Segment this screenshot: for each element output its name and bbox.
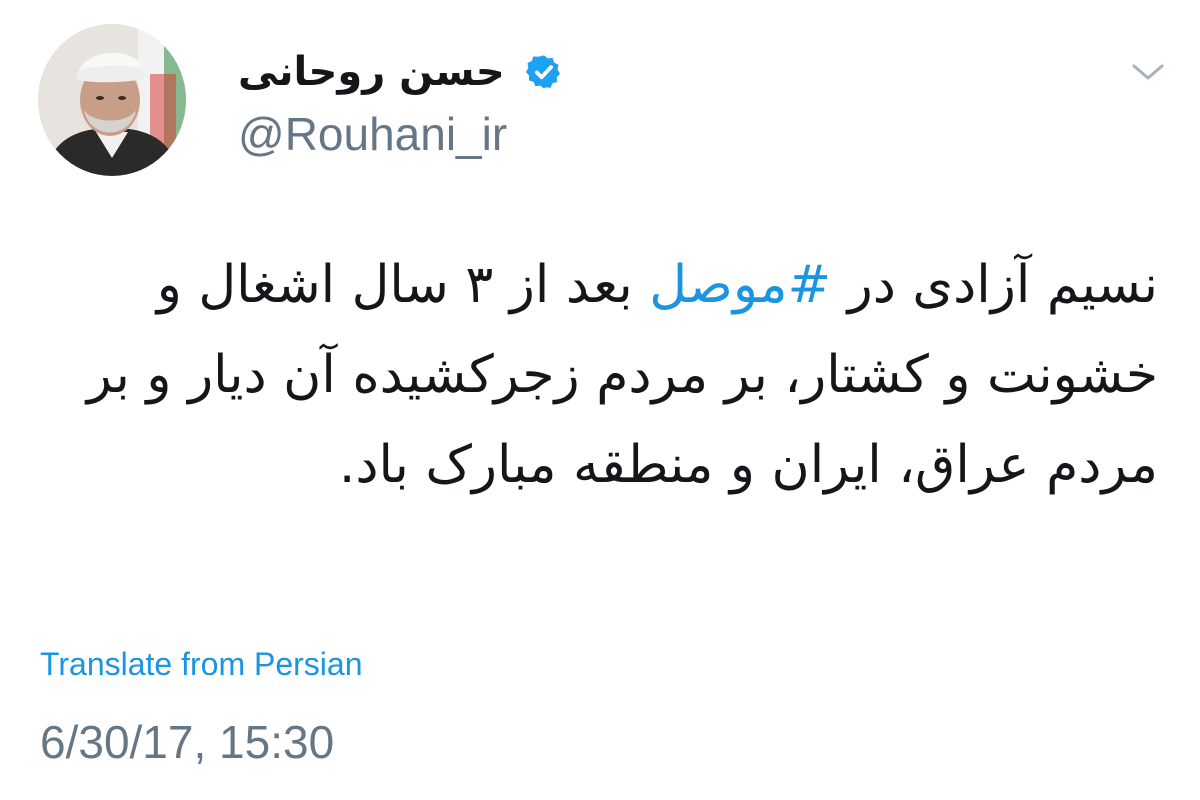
- avatar-photo: [38, 24, 186, 176]
- tweet-timestamp[interactable]: 6/30/17, 15:30: [40, 712, 334, 772]
- translate-link[interactable]: Translate from Persian: [40, 642, 362, 686]
- author-info: حسن روحانی @Rouhani_ir: [238, 40, 658, 162]
- user-handle[interactable]: @Rouhani_ir: [238, 106, 658, 162]
- display-name[interactable]: حسن روحانی: [238, 40, 505, 104]
- chevron-down-icon[interactable]: [1126, 58, 1170, 86]
- tweet-text: نسیم آزادی در #موصل بعد از ۳ سال اشغال و…: [38, 240, 1158, 510]
- avatar[interactable]: [38, 24, 186, 176]
- verified-badge-icon: [525, 55, 560, 89]
- tweet-text-part: نسیم آزادی در: [831, 255, 1158, 315]
- tweet-card: حسن روحانی @Rouhani_ir نسیم آزادی در #مو…: [0, 0, 1200, 800]
- hashtag-link[interactable]: #موصل: [649, 255, 831, 315]
- display-name-row: حسن روحانی: [238, 40, 658, 104]
